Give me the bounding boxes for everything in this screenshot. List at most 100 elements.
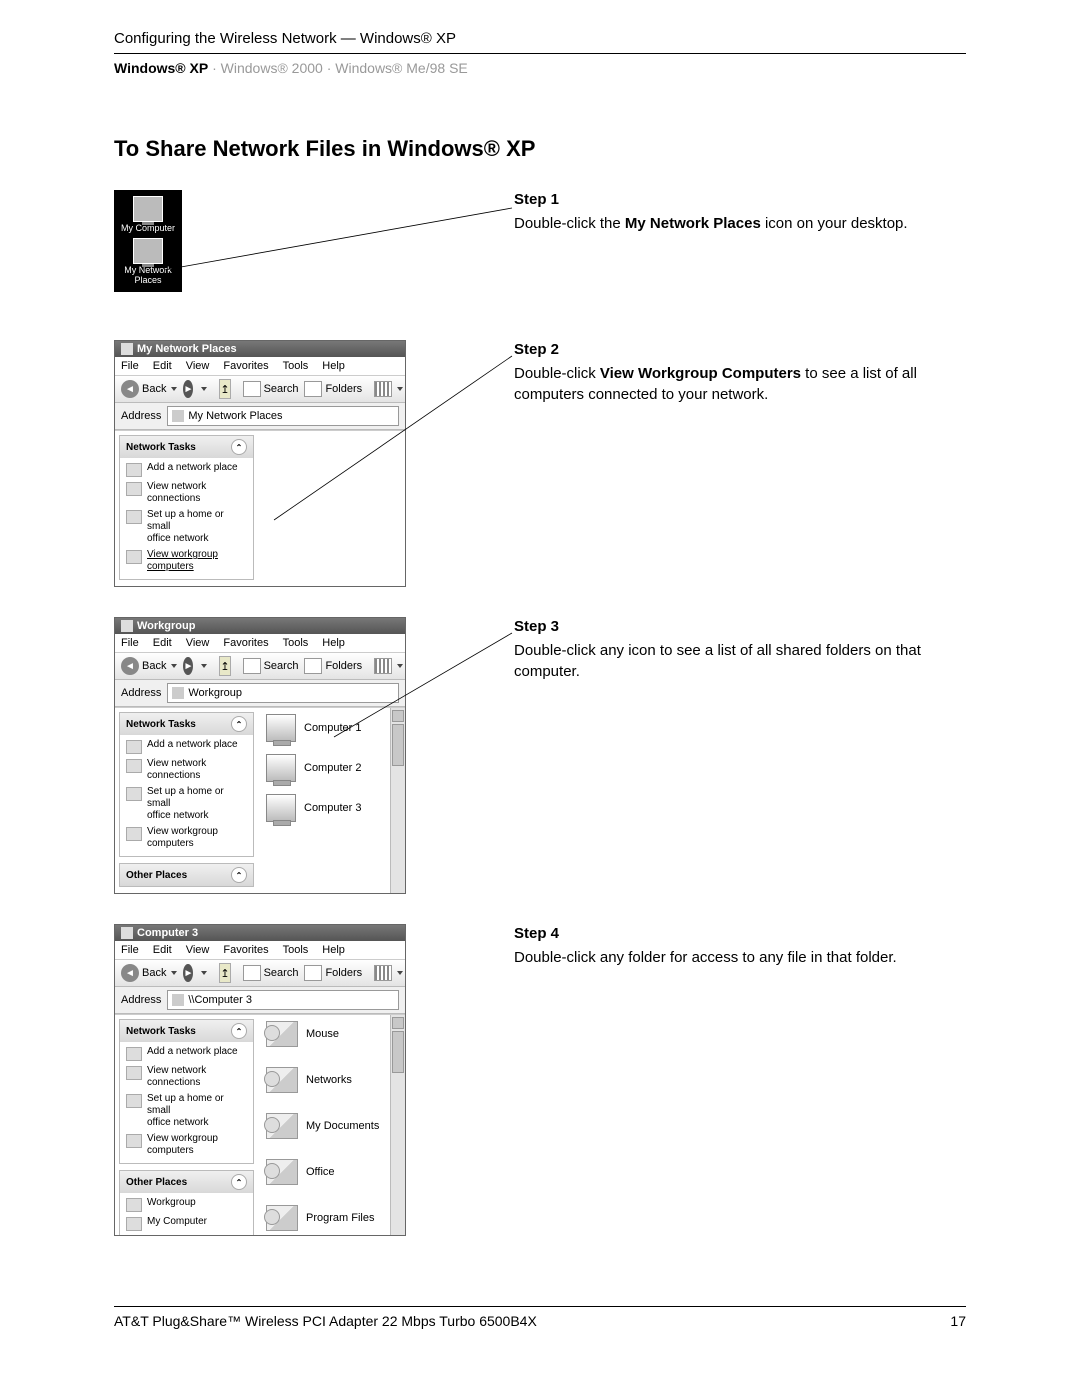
share-my-documents[interactable]: My Documents	[266, 1113, 382, 1139]
search-icon	[243, 965, 261, 981]
menu-help[interactable]: Help	[322, 637, 345, 649]
back-button[interactable]: ◄ Back	[121, 380, 177, 398]
menu-help[interactable]: Help	[322, 944, 345, 956]
os-tabs: Windows® XP · Windows® 2000 · Windows® M…	[114, 60, 966, 76]
workgroup-icon	[126, 1198, 142, 1212]
views-button[interactable]	[374, 965, 403, 981]
network-tasks-header[interactable]: Network Tasks ⌃	[120, 436, 253, 458]
page-header: Configuring the Wireless Network — Windo…	[114, 30, 966, 54]
task-add-network-place[interactable]: Add a network place	[126, 462, 247, 477]
task-add-network-place[interactable]: Add a network place	[126, 1046, 247, 1061]
share-program-files[interactable]: Program Files	[266, 1205, 382, 1231]
shared-folder-icon	[266, 1113, 298, 1139]
titlebar[interactable]: Workgroup	[115, 618, 405, 634]
back-button[interactable]: ◄Back	[121, 964, 177, 982]
sidebar: Network Tasks⌃ Add a network place View …	[115, 708, 258, 893]
network-globe-icon	[133, 238, 163, 264]
other-places-header[interactable]: Other Places⌃	[120, 1171, 253, 1193]
step-2-row: My Network Places File Edit View Favorit…	[114, 340, 966, 587]
tab-xp[interactable]: Windows® XP	[114, 60, 208, 76]
menu-edit[interactable]: Edit	[153, 360, 172, 372]
task-setup-home[interactable]: Set up a home or smalloffice network	[126, 509, 247, 545]
address-field[interactable]: \\Computer 3	[167, 990, 399, 1010]
menu-file[interactable]: File	[121, 637, 139, 649]
menu-view[interactable]: View	[186, 944, 210, 956]
chevron-down-icon	[397, 664, 403, 668]
forward-button[interactable]: ►	[183, 964, 193, 982]
my-network-places-icon[interactable]: My Network Places	[124, 238, 172, 286]
up-button[interactable]: ↥	[219, 379, 230, 399]
task-setup-home[interactable]: Set up a home or smalloffice network	[126, 786, 247, 822]
task-view-workgroup[interactable]: View workgroupcomputers	[126, 1133, 247, 1157]
workgroup-icon	[126, 827, 142, 841]
task-view-connections[interactable]: View networkconnections	[126, 758, 247, 782]
menu-help[interactable]: Help	[322, 360, 345, 372]
scrollbar[interactable]	[390, 708, 405, 893]
back-button[interactable]: ◄Back	[121, 657, 177, 675]
sidebar: Network Tasks⌃ Add a network place View …	[115, 1015, 258, 1235]
menu-file[interactable]: File	[121, 944, 139, 956]
menu-file[interactable]: File	[121, 360, 139, 372]
place-my-computer[interactable]: My Computer	[126, 1216, 247, 1231]
menu-favorites[interactable]: Favorites	[223, 360, 268, 372]
address-field[interactable]: Workgroup	[167, 683, 399, 703]
computer-1[interactable]: Computer 1	[266, 714, 382, 742]
up-button[interactable]: ↥	[219, 963, 230, 983]
task-add-network-place[interactable]: Add a network place	[126, 739, 247, 754]
task-setup-home[interactable]: Set up a home or smalloffice network	[126, 1093, 247, 1129]
collapse-icon: ⌃	[231, 716, 247, 732]
step-1-title: Step 1	[514, 190, 966, 210]
task-view-connections[interactable]: View network connections	[126, 481, 247, 505]
up-button[interactable]: ↥	[219, 656, 230, 676]
chevron-down-icon	[201, 387, 207, 391]
arrow-left-icon: ◄	[121, 657, 139, 675]
menu-edit[interactable]: Edit	[153, 944, 172, 956]
network-tasks-header[interactable]: Network Tasks⌃	[120, 713, 253, 735]
share-networks[interactable]: Networks	[266, 1067, 382, 1093]
tab-2000[interactable]: Windows® 2000	[221, 60, 323, 76]
footer-product: AT&T Plug&Share™ Wireless PCI Adapter 22…	[114, 1313, 537, 1329]
forward-button[interactable]: ►	[183, 380, 193, 398]
forward-button[interactable]: ►	[183, 657, 193, 675]
menu-view[interactable]: View	[186, 360, 210, 372]
menu-tools[interactable]: Tools	[283, 944, 309, 956]
my-computer-icon[interactable]: My Computer	[121, 196, 175, 234]
wizard-icon	[126, 510, 142, 524]
menu-favorites[interactable]: Favorites	[223, 637, 268, 649]
task-view-workgroup[interactable]: View workgroupcomputers	[126, 826, 247, 850]
other-places-header[interactable]: Other Places⌃	[120, 864, 253, 886]
search-button[interactable]: Search	[243, 965, 299, 981]
network-tasks-header[interactable]: Network Tasks⌃	[120, 1020, 253, 1042]
tab-me98[interactable]: Windows® Me/98 SE	[335, 60, 467, 76]
folder-icon	[304, 381, 322, 397]
scrollbar[interactable]	[390, 1015, 405, 1235]
titlebar[interactable]: My Network Places	[115, 341, 405, 357]
menu-tools[interactable]: Tools	[283, 360, 309, 372]
place-workgroup[interactable]: Workgroup	[126, 1197, 247, 1212]
menu-tools[interactable]: Tools	[283, 637, 309, 649]
address-field[interactable]: My Network Places	[167, 406, 399, 426]
task-view-connections[interactable]: View networkconnections	[126, 1065, 247, 1089]
views-button[interactable]	[374, 658, 403, 674]
folders-button[interactable]: Folders	[304, 658, 362, 674]
menu-favorites[interactable]: Favorites	[223, 944, 268, 956]
menu-view[interactable]: View	[186, 637, 210, 649]
desktop-icons: My Computer My Network Places	[114, 190, 182, 292]
search-button[interactable]: Search	[243, 381, 299, 397]
search-button[interactable]: Search	[243, 658, 299, 674]
titlebar[interactable]: Computer 3	[115, 925, 405, 941]
computer-3[interactable]: Computer 3	[266, 794, 382, 822]
share-office[interactable]: Office	[266, 1159, 382, 1185]
views-icon	[374, 658, 392, 674]
chevron-down-icon	[201, 971, 207, 975]
computer-2[interactable]: Computer 2	[266, 754, 382, 782]
share-mouse[interactable]: Mouse	[266, 1021, 382, 1047]
menu-edit[interactable]: Edit	[153, 637, 172, 649]
views-button[interactable]	[374, 381, 403, 397]
location-icon	[172, 994, 184, 1006]
folders-button[interactable]: Folders	[304, 965, 362, 981]
folders-button[interactable]: Folders	[304, 381, 362, 397]
connections-icon	[126, 1066, 142, 1080]
task-view-workgroup[interactable]: View workgroup computers	[126, 549, 247, 573]
address-bar: Address My Network Places	[115, 403, 405, 430]
